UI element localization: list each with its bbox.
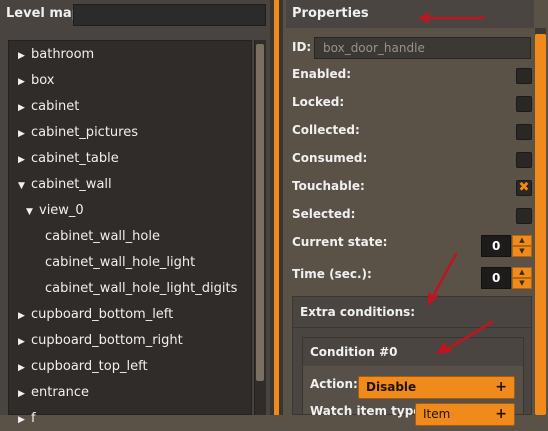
collapsed-arrow-icon[interactable]: ▶ [18,305,29,327]
tree-item-label: cabinet [31,99,80,114]
collected-checkbox[interactable] [516,124,532,140]
tree-item[interactable]: ▶ cupboard_bottom_left [18,304,173,326]
annotation-arrow-icon [418,12,486,24]
check-mark-icon: ✖ [518,180,530,195]
panel-splitter-handle[interactable] [274,0,279,415]
expanded-arrow-icon[interactable]: ▼ [18,175,29,197]
plus-icon: + [495,379,507,395]
tree-item-label: bathroom [31,47,95,62]
locked-checkbox[interactable] [516,96,532,112]
time-up-button[interactable]: ▲ [512,267,532,278]
time-down-button[interactable]: ▼ [512,278,532,289]
tree-item[interactable]: ▶ cabinet_pictures [18,122,138,144]
consumed-checkbox[interactable] [516,152,532,168]
tree-item[interactable]: ▼ view_0 [26,200,84,222]
watch-item-type-label: Watch item type: [310,404,427,418]
time-spinbox[interactable]: 0 [481,267,511,289]
level-map-scroll-thumb[interactable] [256,44,264,381]
tree-item[interactable]: ▶ cupboard_top_left [18,356,148,378]
tree-item-label: cabinet_wall_hole [45,229,160,244]
selected-label: Selected: [292,207,356,221]
properties-title: Properties [292,6,369,21]
tree-item-label: cupboard_bottom_right [31,333,183,348]
collapsed-arrow-icon[interactable]: ▶ [18,357,29,379]
tree-item[interactable]: cabinet_wall_hole_light_digits [45,278,237,300]
collapsed-arrow-icon[interactable]: ▶ [18,123,29,145]
enabled-label: Enabled: [292,67,352,81]
current-state-label: Current state: [292,235,388,249]
tree-item[interactable]: ▶ entrance [18,382,89,404]
action-select[interactable]: Disable + [358,376,515,399]
collapsed-arrow-icon[interactable]: ▶ [18,331,29,353]
tree-item-label: f [31,411,36,426]
tree-item[interactable]: ▶ cabinet_table [18,148,119,170]
tree-item[interactable]: ▼ cabinet_wall [18,174,112,196]
tree-item[interactable]: ▶ f [18,408,36,430]
level-map-search-input[interactable] [73,4,266,26]
level-map-title: Level map [6,6,81,21]
consumed-label: Consumed: [292,151,368,165]
tree-item-label: view_0 [39,203,84,218]
id-label: ID: [292,40,312,54]
current-state-up-button[interactable]: ▲ [512,235,532,246]
collapsed-arrow-icon[interactable]: ▶ [18,71,29,93]
tree-item-label: cabinet_wall_hole_light [45,255,196,270]
collapsed-arrow-icon[interactable]: ▶ [18,383,29,405]
tree-item-label: cabinet_wall [31,177,112,192]
expanded-arrow-icon[interactable]: ▼ [26,201,37,223]
annotation-arrow-icon [428,252,458,306]
tree-item[interactable]: cabinet_wall_hole [45,226,160,248]
tree-item[interactable]: ▶ cupboard_bottom_right [18,330,183,352]
condition-title: Condition #0 [310,345,398,359]
locked-label: Locked: [292,95,345,109]
action-select-value: Disable [366,380,417,394]
extra-conditions-title: Extra conditions: [300,305,416,319]
tree-item[interactable]: ▶ box [18,70,55,92]
tree-item-label: cupboard_bottom_left [31,307,174,322]
tree-item-label: cabinet_table [31,151,119,166]
collapsed-arrow-icon[interactable]: ▶ [18,409,29,431]
id-field[interactable]: box_door_handle [314,37,531,59]
tree-item[interactable]: cabinet_wall_hole_light [45,252,195,274]
tree-item-label: cabinet_pictures [31,125,138,140]
touchable-label: Touchable: [292,179,365,193]
action-label: Action: [310,377,358,391]
collapsed-arrow-icon[interactable]: ▶ [18,45,29,67]
time-label: Time (sec.): [292,267,372,281]
tree-item[interactable]: ▶ cabinet [18,96,79,118]
enabled-checkbox[interactable] [516,68,532,84]
tree-item-label: entrance [31,385,90,400]
touchable-checkbox[interactable]: ✖ [516,180,532,196]
collapsed-arrow-icon[interactable]: ▶ [18,97,29,119]
tree-item-label: cabinet_wall_hole_light_digits [45,281,238,296]
current-state-spinbox[interactable]: 0 [481,235,511,257]
collapsed-arrow-icon[interactable]: ▶ [18,149,29,171]
watch-item-type-value: Item [423,407,451,421]
properties-scrollbar[interactable] [535,34,546,415]
selected-checkbox[interactable] [516,208,532,224]
tree-item-label: box [31,73,55,88]
tree-item-label: cupboard_top_left [31,359,148,374]
collected-label: Collected: [292,123,360,137]
tree-item[interactable]: ▶ bathroom [18,44,94,66]
current-state-down-button[interactable]: ▼ [512,246,532,257]
annotation-arrow-icon [436,320,494,354]
